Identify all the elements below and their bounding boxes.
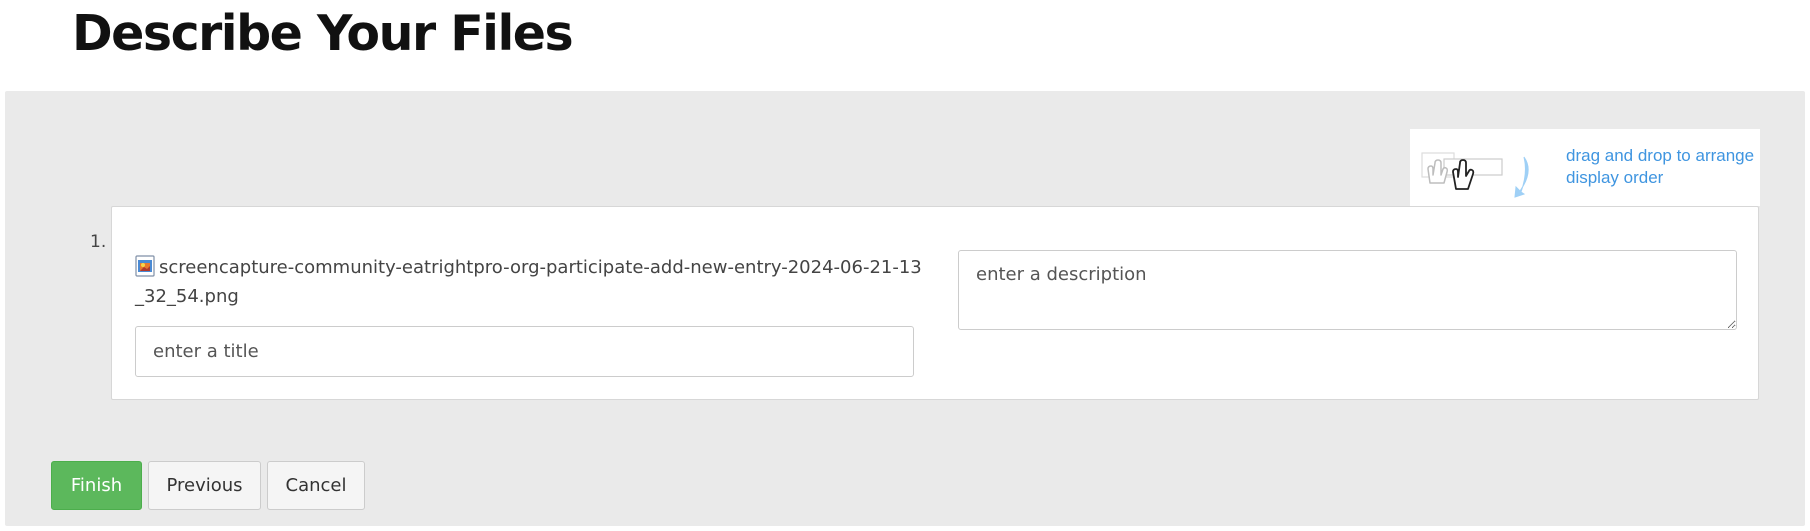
image-file-icon <box>135 255 155 277</box>
drag-drop-hand-icon <box>1421 152 1529 198</box>
file-item[interactable]: screencapture-community-eatrightpro-org-… <box>111 206 1759 400</box>
cancel-button[interactable]: Cancel <box>267 461 365 510</box>
file-name: screencapture-community-eatrightpro-org-… <box>135 257 922 307</box>
previous-button[interactable]: Previous <box>148 461 261 510</box>
title-input[interactable] <box>135 326 914 377</box>
file-info: screencapture-community-eatrightpro-org-… <box>135 253 925 311</box>
drag-drop-hint: drag and drop to arrange display order <box>1410 129 1760 206</box>
drag-drop-hint-text: drag and drop to arrange display order <box>1566 146 1755 187</box>
list-item-number: 1. <box>90 232 107 252</box>
description-textarea[interactable] <box>958 250 1737 330</box>
page-title: Describe Your Files <box>72 5 574 62</box>
finish-button[interactable]: Finish <box>51 461 142 510</box>
